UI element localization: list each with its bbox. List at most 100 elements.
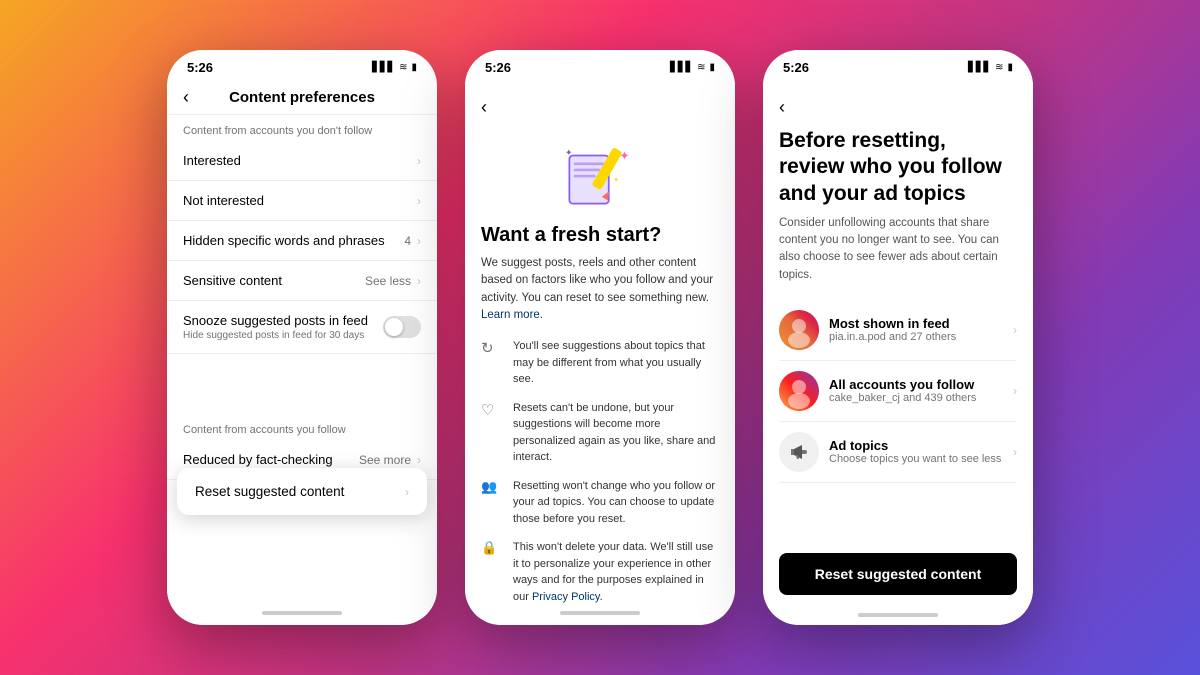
screen-3: ‹ Before resetting, review who you follo… [763, 81, 1033, 625]
ad-topics-item[interactable]: Ad topics Choose topics you want to see … [779, 422, 1017, 483]
reset-popup[interactable]: Reset suggested content › [177, 468, 427, 515]
most-shown-name: Most shown in feed [829, 316, 1003, 331]
reset-popup-chevron: › [405, 485, 409, 499]
home-indicator-2 [465, 605, 735, 625]
home-bar-2 [560, 611, 640, 615]
status-bar-2: 5:26 ▋▋▋ ≋ ▮ [465, 50, 735, 81]
chevron-ad-topics: › [1013, 445, 1017, 459]
sensitive-label: Sensitive content [183, 273, 365, 288]
ad-topics-icon-wrap [779, 432, 819, 472]
signal-icon-2: ▋▋▋ [670, 62, 693, 73]
screen-1: Content from accounts you don't follow I… [167, 115, 437, 605]
illustration: ✦ ✦ ✦ [481, 138, 719, 208]
fresh-nav: ‹ [481, 97, 719, 130]
svg-text:✦: ✦ [565, 148, 573, 158]
snooze-toggle[interactable] [383, 316, 421, 338]
status-bar-3: 5:26 ▋▋▋ ≋ ▮ [763, 50, 1033, 81]
info-text-3: Resetting won't change who you follow or… [513, 478, 719, 528]
hidden-words-label: Hidden specific words and phrases [183, 233, 404, 248]
people-icon: 👥 [481, 479, 503, 501]
phone-1: 5:26 ▋▋▋ ≋ ▮ ‹ Content preferences Conte… [167, 50, 437, 625]
info-item-1: ↻ You'll see suggestions about topics th… [481, 338, 719, 388]
sensitive-right: See less › [365, 274, 421, 288]
status-icons-2: ▋▋▋ ≋ ▮ [670, 62, 715, 73]
avatar-1-svg [779, 310, 819, 350]
most-shown-item[interactable]: Most shown in feed pia.in.a.pod and 27 o… [779, 300, 1017, 361]
signal-icon: ▋▋▋ [372, 62, 395, 73]
status-icons-3: ▋▋▋ ≋ ▮ [968, 62, 1013, 73]
ad-topics-sub: Choose topics you want to see less [829, 453, 1003, 465]
most-shown-avatar [779, 310, 819, 350]
reset-popup-item[interactable]: Reset suggested content › [177, 468, 427, 515]
info-item-3: 👥 Resetting won't change who you follow … [481, 478, 719, 528]
back-button-1[interactable]: ‹ [183, 87, 189, 108]
privacy-policy-link[interactable]: Privacy Policy [532, 591, 600, 603]
avatar-2-svg [779, 371, 819, 411]
chevron-hidden: › [417, 234, 421, 248]
review-title: Before resetting, review who you follow … [779, 128, 1017, 207]
svg-text:✦: ✦ [619, 149, 629, 163]
hidden-words-right: 4 › [404, 234, 421, 248]
battery-icon-3: ▮ [1007, 62, 1013, 73]
wifi-icon-2: ≋ [697, 62, 705, 73]
all-accounts-avatar [779, 371, 819, 411]
back-button-3[interactable]: ‹ [779, 97, 785, 117]
ad-topics-name: Ad topics [829, 438, 1003, 453]
learn-more-link[interactable]: Learn more. [481, 309, 543, 321]
svg-text:✦: ✦ [613, 176, 619, 184]
reset-button[interactable]: Reset suggested content [779, 553, 1017, 595]
home-indicator-1 [167, 605, 437, 625]
section-label-follow: Content from accounts you follow [167, 414, 437, 440]
fresh-desc: We suggest posts, reels and other conten… [481, 255, 719, 324]
all-accounts-item[interactable]: All accounts you follow cake_baker_cj an… [779, 361, 1017, 422]
status-icons-1: ▋▋▋ ≋ ▮ [372, 62, 417, 73]
status-time-3: 5:26 [783, 60, 809, 75]
all-accounts-info: All accounts you follow cake_baker_cj an… [829, 377, 1003, 404]
fact-check-label: Reduced by fact-checking [183, 452, 359, 467]
snooze-item: Snooze suggested posts in feed Hide sugg… [167, 301, 437, 354]
sensitive-item[interactable]: Sensitive content See less › [167, 261, 437, 301]
status-time-2: 5:26 [485, 60, 511, 75]
fact-check-badge: See more [359, 453, 411, 467]
section-label-no-follow: Content from accounts you don't follow [167, 115, 437, 141]
megaphone-icon [788, 441, 810, 463]
phone-3: 5:26 ▋▋▋ ≋ ▮ ‹ Before resetting, review … [763, 50, 1033, 625]
most-shown-info: Most shown in feed pia.in.a.pod and 27 o… [829, 316, 1003, 343]
review-nav: ‹ [779, 97, 1017, 128]
home-indicator-3 [763, 607, 1033, 625]
back-button-2[interactable]: ‹ [481, 97, 487, 118]
most-shown-sub: pia.in.a.pod and 27 others [829, 331, 1003, 343]
hidden-words-badge: 4 [404, 234, 411, 248]
chevron-not-interested: › [417, 194, 421, 208]
ad-topics-info: Ad topics Choose topics you want to see … [829, 438, 1003, 465]
wifi-icon-3: ≋ [995, 62, 1003, 73]
battery-icon-2: ▮ [709, 62, 715, 73]
interested-item[interactable]: Interested › [167, 141, 437, 181]
not-interested-item[interactable]: Not interested › [167, 181, 437, 221]
not-interested-label: Not interested [183, 193, 417, 208]
chevron-all-accounts: › [1013, 384, 1017, 398]
all-accounts-name: All accounts you follow [829, 377, 1003, 392]
hidden-words-item[interactable]: Hidden specific words and phrases 4 › [167, 221, 437, 261]
chevron-most-shown: › [1013, 323, 1017, 337]
refresh-icon: ↻ [481, 339, 503, 361]
screen-2: ‹ ✦ ✦ ✦ Want a fresh start? We suggest p… [465, 81, 735, 605]
info-text-4: This won't delete your data. We'll still… [513, 539, 719, 605]
snooze-label: Snooze suggested posts in feed [183, 313, 383, 328]
review-desc: Consider unfollowing accounts that share… [779, 215, 1017, 284]
home-bar-1 [262, 611, 342, 615]
chevron-fact: › [417, 453, 421, 467]
nav-bar-1: ‹ Content preferences [167, 81, 437, 115]
fresh-start-illustration: ✦ ✦ ✦ [555, 138, 645, 208]
fact-check-right: See more › [359, 453, 421, 467]
sensitive-badge: See less [365, 274, 411, 288]
nav-title-1: Content preferences [229, 89, 375, 106]
chevron-sensitive: › [417, 274, 421, 288]
info-text-2: Resets can't be undone, but your suggest… [513, 400, 719, 466]
all-accounts-sub: cake_baker_cj and 439 others [829, 392, 1003, 404]
signal-icon-3: ▋▋▋ [968, 62, 991, 73]
status-bar-1: 5:26 ▋▋▋ ≋ ▮ [167, 50, 437, 81]
phone-2: 5:26 ▋▋▋ ≋ ▮ ‹ ✦ ✦ ✦ [465, 50, 735, 625]
interested-label: Interested [183, 153, 417, 168]
chevron-interested: › [417, 154, 421, 168]
